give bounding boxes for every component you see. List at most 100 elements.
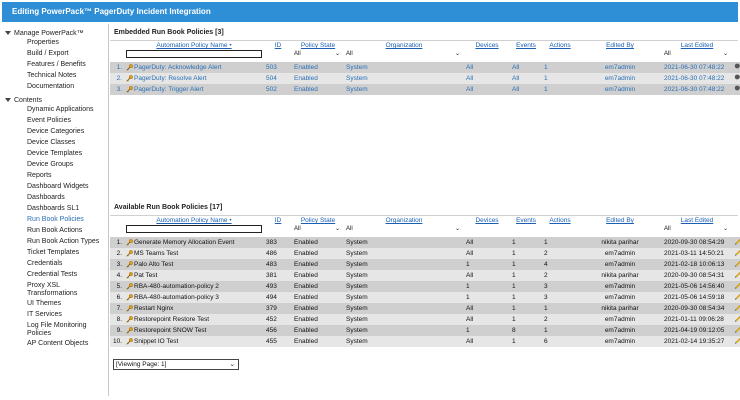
- table-row[interactable]: 3. Palo Alto Test 483 Enabled System 1 1 4 em7ad…: [110, 259, 740, 270]
- table-row[interactable]: 5. RBA-480-automation-policy 2 493 Enabled S…: [110, 281, 740, 292]
- sidebar-item-device-groups[interactable]: Device Groups: [27, 160, 108, 171]
- key-icon[interactable]: [126, 260, 133, 268]
- sidebar-item-properties[interactable]: Properties: [27, 38, 108, 49]
- table-row[interactable]: 9. Restorepoint SNOW Test 456 Enabled System…: [110, 325, 740, 336]
- cell-name[interactable]: Snippet IO Test: [124, 336, 264, 347]
- sidebar-item-dashboards-sl1[interactable]: Dashboards SL1: [27, 204, 108, 215]
- column-header[interactable]: Last Edited: [662, 217, 732, 225]
- cell-name[interactable]: PagerDuty: Resolve Alert: [124, 73, 264, 84]
- last-edited-filter[interactable]: All ⌄: [664, 50, 730, 58]
- policy-name-link[interactable]: MS Teams Test: [134, 250, 178, 257]
- pencil-icon[interactable]: [732, 259, 740, 270]
- organization-filter[interactable]: All ⌄: [346, 50, 462, 58]
- table-row[interactable]: 8. Restorepoint Restore Test 452 Enabled Sys…: [110, 314, 740, 325]
- policy-name-link[interactable]: Generate Memory Allocation Event: [134, 239, 234, 246]
- pencil-icon[interactable]: [732, 237, 740, 248]
- sidebar-item-dashboards[interactable]: Dashboards: [27, 193, 108, 204]
- name-filter-input[interactable]: [126, 225, 262, 233]
- key-icon[interactable]: [126, 337, 133, 345]
- policy-name-link[interactable]: PagerDuty: Resolve Alert: [134, 75, 207, 82]
- sidebar-item-proxy-xsl-transformations[interactable]: Proxy XSL Transformations: [27, 281, 108, 299]
- remove-icon[interactable]: [732, 62, 740, 73]
- pencil-icon[interactable]: [732, 325, 740, 336]
- column-header[interactable]: Automation Policy Name •: [124, 42, 264, 50]
- column-header[interactable]: Devices: [464, 42, 510, 50]
- column-header[interactable]: Organization: [344, 217, 464, 225]
- pencil-icon[interactable]: [732, 336, 740, 347]
- key-icon[interactable]: [126, 63, 133, 71]
- sidebar-group-manage[interactable]: Manage PowerPack™: [5, 28, 108, 38]
- sidebar-item-documentation[interactable]: Documentation: [27, 82, 108, 93]
- pencil-icon[interactable]: [732, 270, 740, 281]
- sidebar-item-run-book-policies[interactable]: Run Book Policies: [27, 215, 108, 226]
- policy-state-filter[interactable]: All ⌄: [294, 50, 342, 58]
- pencil-icon[interactable]: [732, 281, 740, 292]
- cell-name[interactable]: RBA-480-automation-policy 2: [124, 281, 264, 292]
- column-header[interactable]: Organization: [344, 42, 464, 50]
- table-row[interactable]: 2. PagerDuty: Resolve Alert 504 Enabled Syst…: [110, 73, 740, 84]
- pencil-icon[interactable]: [732, 292, 740, 303]
- sidebar-item-ticket-templates[interactable]: Ticket Templates: [27, 248, 108, 259]
- column-header[interactable]: Devices: [464, 217, 510, 225]
- cell-name[interactable]: Restart Nginx: [124, 303, 264, 314]
- sidebar-item-run-book-action-types[interactable]: Run Book Action Types: [27, 237, 108, 248]
- column-header[interactable]: Policy State: [292, 42, 344, 50]
- sidebar-item-build-export[interactable]: Build / Export: [27, 49, 108, 60]
- key-icon[interactable]: [126, 315, 133, 323]
- sidebar-item-event-policies[interactable]: Event Policies: [27, 116, 108, 127]
- sidebar-item-credentials[interactable]: Credentials: [27, 259, 108, 270]
- policy-name-link[interactable]: Restorepoint SNOW Test: [134, 327, 207, 334]
- pencil-icon[interactable]: [732, 303, 740, 314]
- cell-name[interactable]: Pat Test: [124, 270, 264, 281]
- cell-name[interactable]: Restorepoint Restore Test: [124, 314, 264, 325]
- policy-name-link[interactable]: RBA-480-automation-policy 3: [134, 294, 219, 301]
- table-row[interactable]: 2. MS Teams Test 486 Enabled System All 1 2 em7a…: [110, 248, 740, 259]
- sidebar-item-ui-themes[interactable]: UI Themes: [27, 299, 108, 310]
- policy-name-link[interactable]: Restorepoint Restore Test: [134, 316, 209, 323]
- cell-name[interactable]: Generate Memory Allocation Event: [124, 237, 264, 248]
- table-row[interactable]: 4. Pat Test 381 Enabled System All 1 2 nikita pa…: [110, 270, 740, 281]
- pencil-icon[interactable]: [732, 248, 740, 259]
- sidebar-item-reports[interactable]: Reports: [27, 171, 108, 182]
- table-row[interactable]: 7. Restart Nginx 379 Enabled System All 1 1 niki…: [110, 303, 740, 314]
- collapse-triangle-icon[interactable]: [5, 31, 11, 35]
- column-header[interactable]: Events: [510, 42, 542, 50]
- policy-name-link[interactable]: Restart Nginx: [134, 305, 173, 312]
- cell-name[interactable]: Palo Alto Test: [124, 259, 264, 270]
- policy-name-link[interactable]: Pat Test: [134, 272, 157, 279]
- cell-name[interactable]: PagerDuty: Trigger Alert: [124, 84, 264, 95]
- policy-name-link[interactable]: PagerDuty: Acknowledge Alert: [134, 64, 221, 71]
- sidebar-group-contents[interactable]: Contents: [5, 95, 108, 105]
- cell-name[interactable]: MS Teams Test: [124, 248, 264, 259]
- column-header[interactable]: ID: [264, 217, 292, 225]
- key-icon[interactable]: [126, 326, 133, 334]
- sidebar-item-device-categories[interactable]: Device Categories: [27, 127, 108, 138]
- sidebar-item-it-services[interactable]: IT Services: [27, 310, 108, 321]
- sidebar-item-device-templates[interactable]: Device Templates: [27, 149, 108, 160]
- remove-icon[interactable]: [732, 73, 740, 84]
- collapse-triangle-icon[interactable]: [5, 98, 11, 102]
- policy-name-link[interactable]: RBA-480-automation-policy 2: [134, 283, 219, 290]
- table-row[interactable]: 6. RBA-480-automation-policy 3 494 Enabled S…: [110, 292, 740, 303]
- organization-filter[interactable]: All ⌄: [346, 225, 462, 233]
- table-row[interactable]: 1. Generate Memory Allocation Event 383 Ena…: [110, 237, 740, 248]
- policy-name-link[interactable]: PagerDuty: Trigger Alert: [134, 86, 203, 93]
- key-icon[interactable]: [126, 293, 133, 301]
- cell-name[interactable]: PagerDuty: Acknowledge Alert: [124, 62, 264, 73]
- column-header[interactable]: Edited By: [578, 217, 662, 225]
- table-row[interactable]: 10. Snippet IO Test 455 Enabled System All 1 6 e…: [110, 336, 740, 347]
- column-header[interactable]: Last Edited: [662, 42, 732, 50]
- remove-icon[interactable]: [732, 84, 740, 95]
- policy-name-link[interactable]: Snippet IO Test: [134, 338, 178, 345]
- policy-state-filter[interactable]: All ⌄: [294, 225, 342, 233]
- sidebar-item-run-book-actions[interactable]: Run Book Actions: [27, 226, 108, 237]
- sidebar-item-technical-notes[interactable]: Technical Notes: [27, 71, 108, 82]
- sidebar-item-dashboard-widgets[interactable]: Dashboard Widgets: [27, 182, 108, 193]
- key-icon[interactable]: [126, 85, 133, 93]
- table-row[interactable]: 1. PagerDuty: Acknowledge Alert 503 Enabled…: [110, 62, 740, 73]
- policy-name-link[interactable]: Palo Alto Test: [134, 261, 173, 268]
- key-icon[interactable]: [126, 282, 133, 290]
- key-icon[interactable]: [126, 238, 133, 246]
- column-header[interactable]: ID: [264, 42, 292, 50]
- cell-name[interactable]: Restorepoint SNOW Test: [124, 325, 264, 336]
